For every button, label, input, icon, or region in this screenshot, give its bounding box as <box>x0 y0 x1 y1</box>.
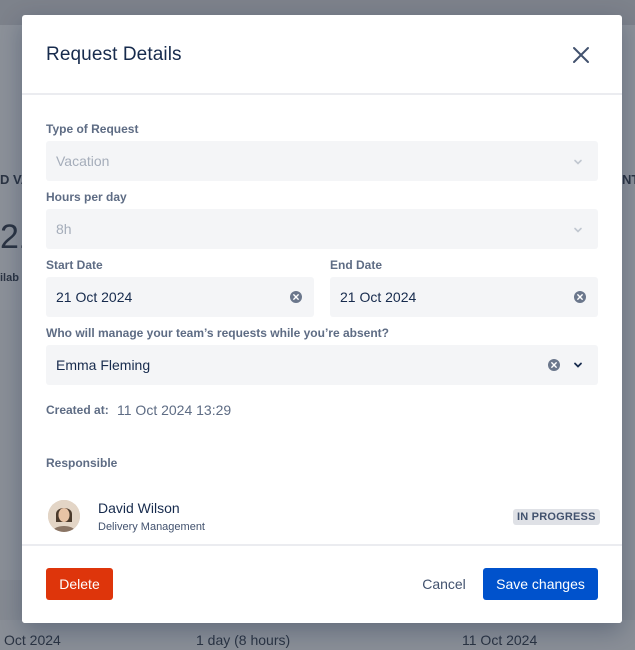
created-at-value: 11 Oct 2024 13:29 <box>117 402 232 418</box>
chevron-down-icon <box>574 159 582 165</box>
request-details-modal: Request Details Type of Request Vacation… <box>22 15 622 623</box>
person-avatar-icon <box>48 500 80 532</box>
start-date-label: Start Date <box>46 258 103 272</box>
avatar <box>48 500 80 532</box>
background-row-start: Oct 2024 <box>4 632 61 648</box>
chevron-down-icon[interactable] <box>572 359 584 371</box>
responsible-name: David Wilson <box>98 500 180 516</box>
cancel-button[interactable]: Cancel <box>414 568 474 600</box>
start-date-input[interactable]: 21 Oct 2024 <box>46 277 314 317</box>
created-at-label: Created at: <box>46 403 109 417</box>
background-row-duration: 1 day (8 hours) <box>196 632 291 648</box>
start-date-value: 21 Oct 2024 <box>56 289 133 305</box>
type-of-request-value: Vacation <box>56 153 110 169</box>
type-of-request-label: Type of Request <box>46 122 139 136</box>
modal-header: Request Details <box>22 15 622 95</box>
responsible-label: Responsible <box>46 456 118 470</box>
close-icon <box>573 47 589 63</box>
delete-button[interactable]: Delete <box>46 568 113 600</box>
hours-per-day-label: Hours per day <box>46 190 127 204</box>
close-button[interactable] <box>570 44 592 66</box>
end-date-label: End Date <box>330 258 383 272</box>
clear-icon[interactable] <box>289 290 303 304</box>
end-date-value: 21 Oct 2024 <box>340 289 417 305</box>
responsible-role: Delivery Management <box>98 521 205 533</box>
background-small-label: ilab <box>0 272 19 284</box>
save-changes-button[interactable]: Save changes <box>483 568 598 600</box>
clear-icon[interactable] <box>547 358 561 372</box>
hours-per-day-value: 8h <box>56 221 72 237</box>
background-column-header-right: NT <box>622 172 635 187</box>
type-of-request-select[interactable]: Vacation <box>46 141 598 181</box>
status-badge: IN PROGRESS <box>513 509 600 525</box>
hours-per-day-select[interactable]: 8h <box>46 209 598 249</box>
modal-body: Type of Request Vacation Hours per day 8… <box>22 95 622 545</box>
chevron-down-icon <box>574 227 582 233</box>
modal-footer: Delete Cancel Save changes <box>22 544 622 623</box>
substitute-manager-select[interactable]: Emma Fleming <box>46 345 598 385</box>
background-row-end: 11 Oct 2024 <box>462 632 538 648</box>
modal-title: Request Details <box>46 44 182 65</box>
clear-icon[interactable] <box>573 290 587 304</box>
end-date-input[interactable]: 21 Oct 2024 <box>330 277 598 317</box>
substitute-manager-value: Emma Fleming <box>56 357 151 373</box>
substitute-manager-label: Who will manage your team’s requests whi… <box>46 326 389 340</box>
